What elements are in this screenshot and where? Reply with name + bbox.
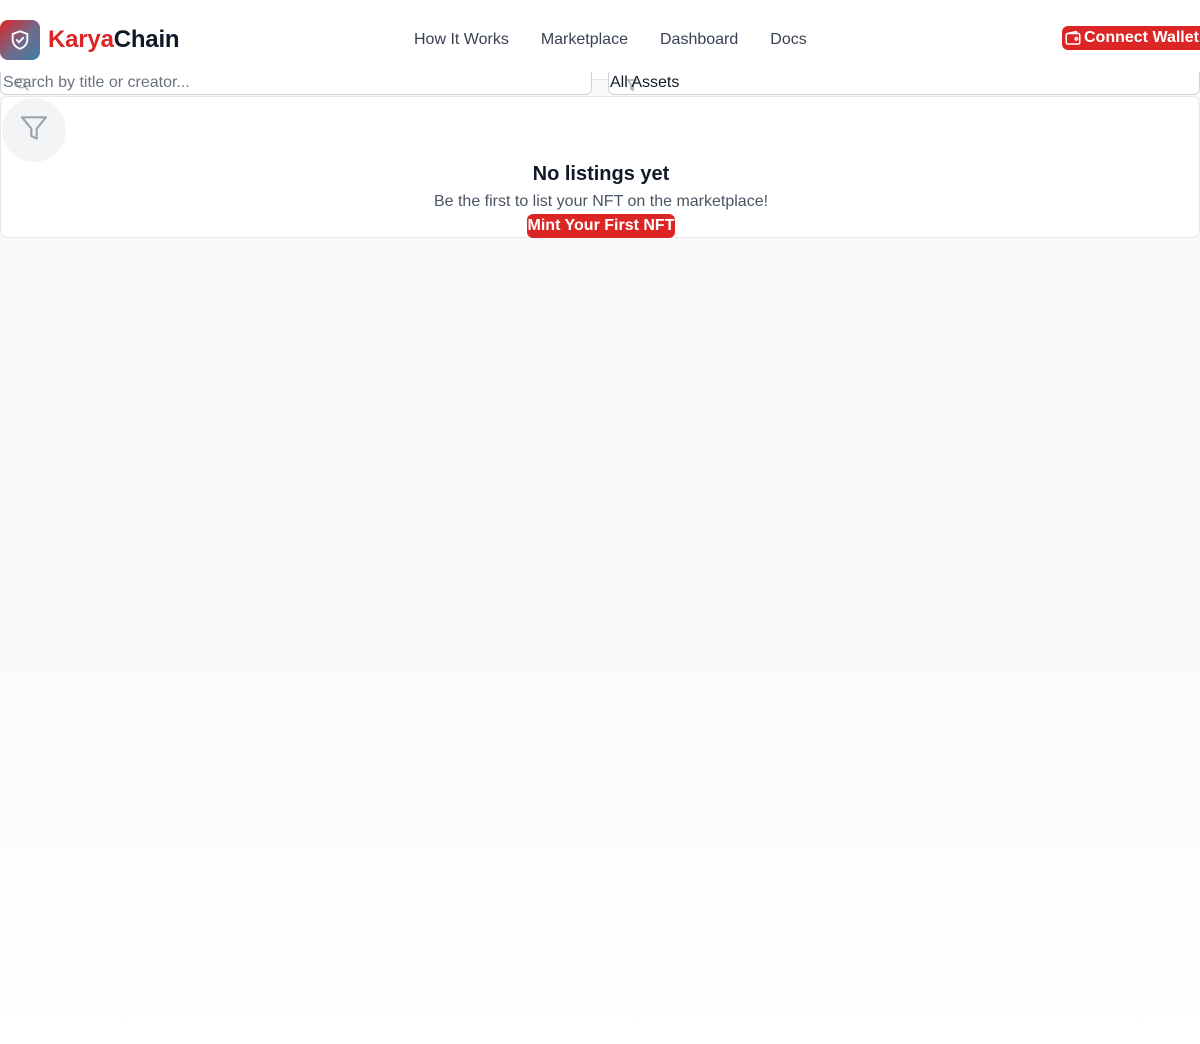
brand-name: KaryaChain [48, 26, 180, 54]
nav-link-marketplace[interactable]: Marketplace [541, 30, 628, 50]
empty-state-icon-circle [2, 98, 66, 162]
asset-type-select[interactable]: All Assets [608, 72, 1200, 95]
search-field [0, 72, 592, 95]
asset-type-selected-value: All Assets [610, 74, 680, 91]
nav-link-how-it-works[interactable]: How It Works [414, 30, 509, 50]
search-icon [13, 75, 31, 93]
brand-name-second: Chain [113, 26, 180, 53]
filter-icon [18, 112, 50, 149]
search-input[interactable] [1, 72, 591, 93]
top-navbar: KaryaChain How It Works Marketplace Dash… [0, 0, 1200, 80]
empty-state-title: No listings yet [532, 163, 670, 185]
brand-name-first: Karya [48, 26, 114, 53]
shield-check-icon [0, 20, 40, 60]
nav-links: How It Works Marketplace Dashboard Docs [414, 30, 839, 50]
connect-wallet-label: Connect Wallet [1084, 29, 1199, 46]
nav-link-dashboard[interactable]: Dashboard [660, 30, 738, 50]
connect-wallet-button[interactable]: Connect Wallet [1062, 26, 1200, 50]
brand-home-link[interactable]: KaryaChain [0, 20, 180, 60]
empty-state-subtitle: Be the first to list your NFT on the mar… [433, 193, 769, 210]
wallet-icon [1064, 29, 1082, 47]
empty-state-card: No listings yet Be the first to list you… [0, 96, 1200, 238]
mint-first-nft-button[interactable]: Mint Your First NFT [527, 214, 675, 238]
nav-link-docs[interactable]: Docs [770, 30, 806, 50]
